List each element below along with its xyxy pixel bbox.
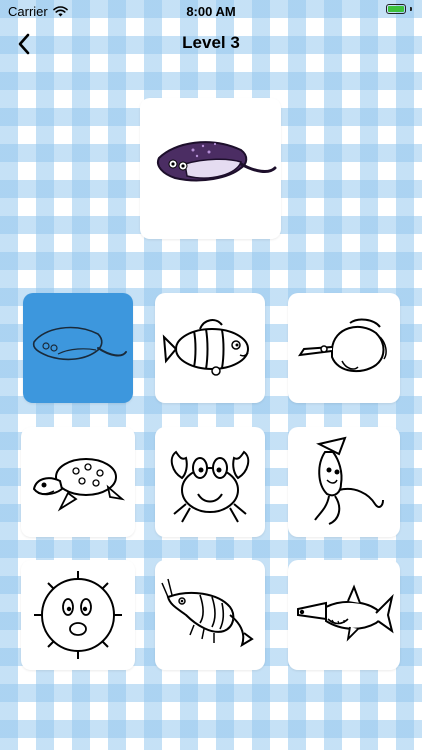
grid-item-clownfish[interactable] bbox=[155, 293, 265, 403]
stingray-colored-icon bbox=[156, 140, 276, 181]
nav-bar: Level 3 bbox=[0, 22, 422, 66]
grid-item-sea-turtle[interactable] bbox=[21, 427, 135, 537]
grid-item-hammerhead-shark[interactable] bbox=[288, 560, 400, 670]
grid-item-pufferfish[interactable] bbox=[21, 560, 135, 670]
grid-item-butterflyfish[interactable] bbox=[288, 293, 400, 403]
grid-item-squid[interactable] bbox=[288, 427, 400, 537]
stingray-outline-icon bbox=[32, 326, 127, 361]
crab-outline-icon bbox=[170, 450, 250, 523]
battery-icon bbox=[386, 4, 406, 14]
status-time: 8:00 AM bbox=[186, 4, 236, 19]
squid-outline-icon bbox=[314, 436, 384, 525]
status-right bbox=[386, 4, 412, 14]
grid-item-shrimp[interactable] bbox=[155, 560, 265, 670]
grid-item-crab[interactable] bbox=[155, 427, 265, 537]
grid-item-stingray[interactable] bbox=[23, 293, 133, 403]
battery-cap bbox=[410, 7, 412, 11]
status-bar: Carrier 8:00 AM bbox=[0, 0, 422, 22]
preview-card bbox=[140, 98, 281, 239]
shrimp-outline-icon bbox=[161, 578, 254, 648]
sea-turtle-outline-icon bbox=[32, 458, 126, 512]
butterflyfish-outline-icon bbox=[297, 318, 387, 373]
hammerhead-shark-outline-icon bbox=[297, 584, 394, 642]
page-title: Level 3 bbox=[182, 33, 240, 52]
clownfish-outline-icon bbox=[162, 319, 249, 376]
pufferfish-outline-icon bbox=[34, 571, 122, 659]
